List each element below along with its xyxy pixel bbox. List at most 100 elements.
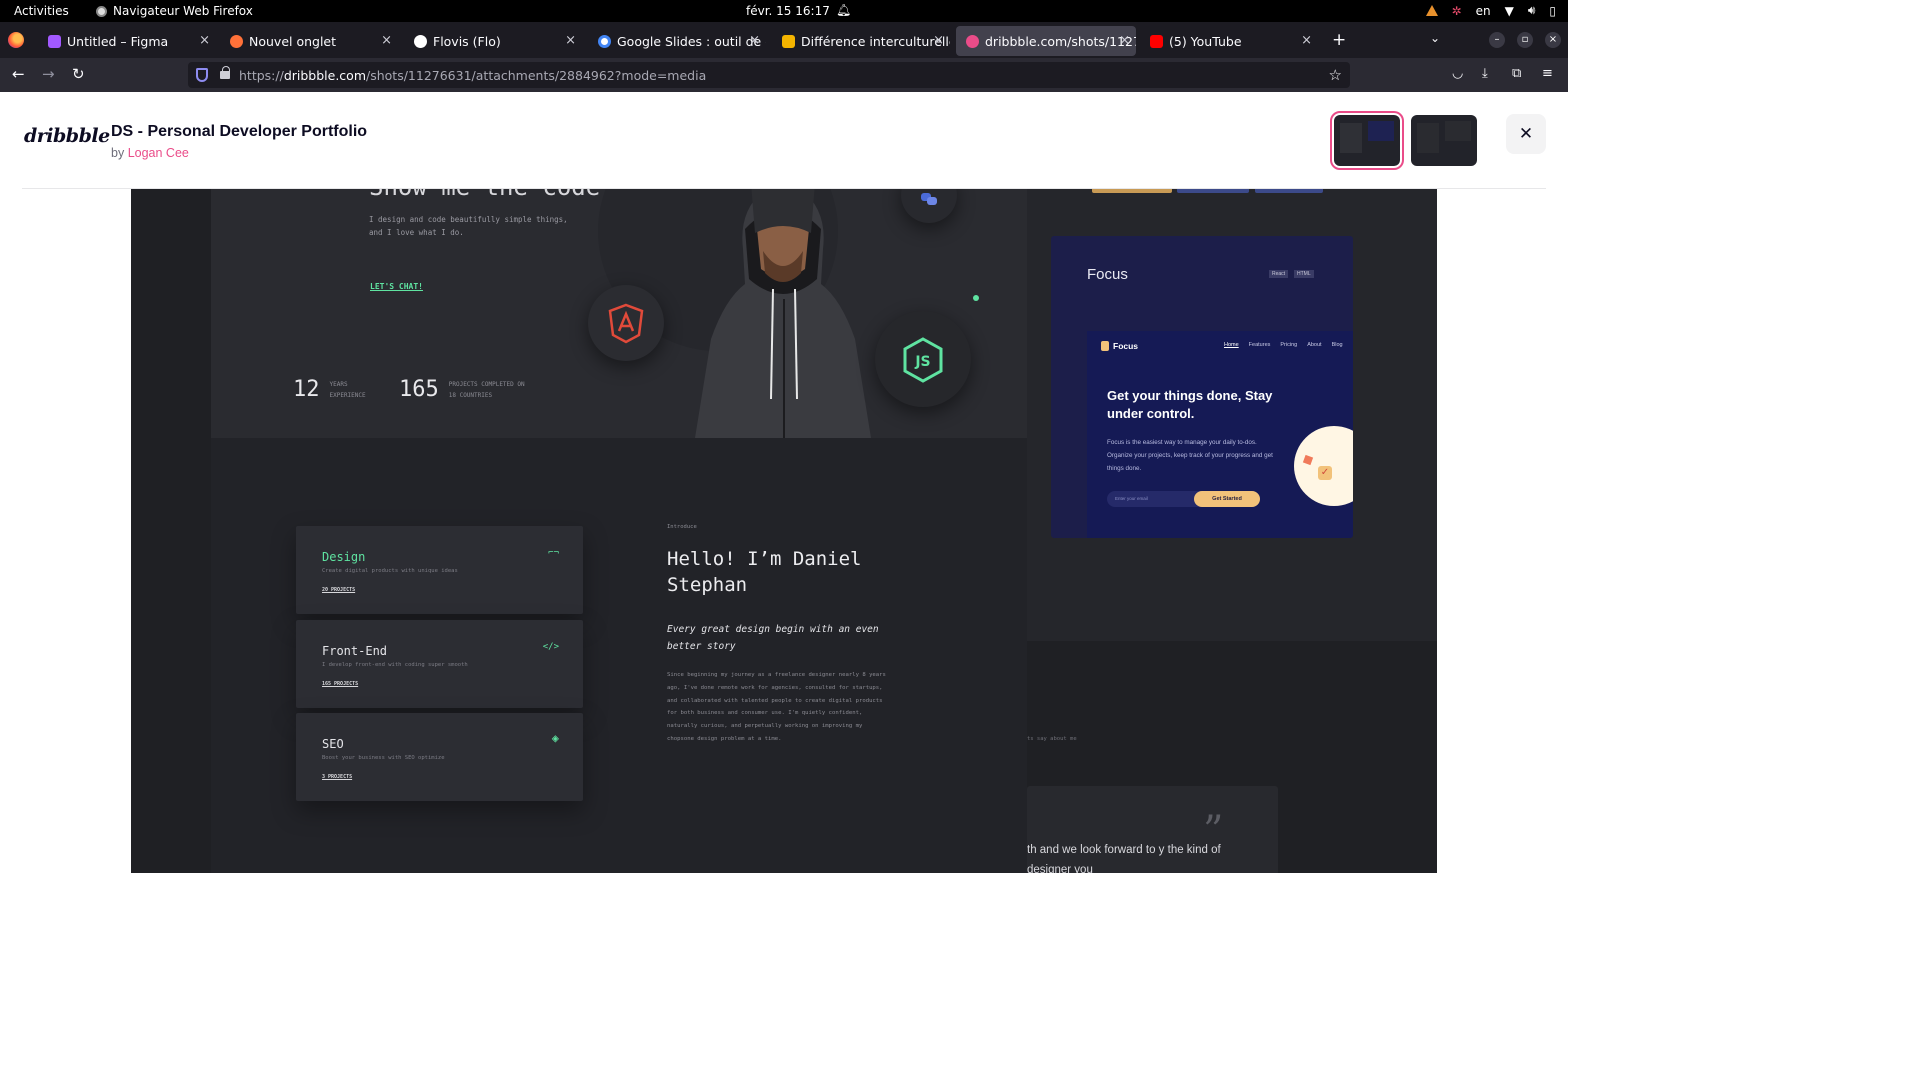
thumbnail-preview-block [1417, 123, 1439, 153]
settings-gear-icon[interactable]: ✲ [1452, 4, 1462, 18]
minimize-window-icon[interactable]: – [1489, 32, 1505, 48]
service-project-count[interactable]: 20 PROJECTS [322, 587, 355, 593]
attachment-thumbnail-2[interactable] [1411, 115, 1477, 166]
cropped-card-edge [1255, 189, 1323, 193]
email-placeholder: Enter your email [1115, 496, 1148, 501]
close-tab-icon[interactable]: × [199, 33, 210, 48]
menu-item: Blog [1331, 342, 1343, 348]
service-card-design[interactable]: Design Create digital products with uniq… [296, 526, 583, 614]
list-all-tabs-chevron-icon[interactable]: ⌄ [1430, 31, 1440, 45]
cropped-card-edge [1177, 189, 1249, 193]
url-path: /shots/11276631/attachments/2884962?mode… [366, 68, 707, 83]
service-project-count[interactable]: 3 PROJECTS [322, 774, 352, 780]
angular-badge [588, 285, 664, 361]
activities-button[interactable]: Activities [14, 4, 69, 18]
app-name: Navigateur Web Firefox [113, 4, 253, 18]
lock-icon[interactable] [220, 66, 230, 79]
tab-title: Flovis (Flo) [433, 33, 501, 49]
svg-text:JS: JS [914, 354, 930, 370]
focus-app-subtext: Focus is the easiest way to manage your … [1107, 439, 1273, 472]
shot-media-canvas: Show me the code I design and code beaut… [131, 189, 1437, 873]
language-indicator[interactable]: en [1476, 4, 1491, 18]
intro-title: Hello! I’m Daniel Stephan [667, 548, 862, 596]
checkmark-icon: ✓ [1318, 466, 1332, 480]
close-tab-icon[interactable]: × [565, 33, 576, 48]
stat-label: YEARS EXPERIENCE [329, 380, 366, 399]
hamburger-menu-icon[interactable]: ≡ [1542, 66, 1553, 81]
stat-number: 12 [293, 377, 320, 402]
service-description: I develop front-end with coding super sm… [322, 662, 468, 668]
service-card-seo[interactable]: SEO Boost your business with SEO optimiz… [296, 713, 583, 801]
url-domain: dribbble.com [283, 68, 366, 83]
dribbble-logo[interactable]: dribbble [24, 125, 110, 147]
focus-logo-icon [1101, 341, 1109, 351]
hero-tagline: I design and code beautifully simple thi… [369, 215, 568, 237]
intro-body: Since beginning my journey as a freelanc… [667, 672, 886, 742]
reload-icon[interactable]: ↻ [72, 65, 85, 83]
tab-youtube[interactable]: (5) YouTube × [1140, 26, 1318, 56]
tab-title: Untitled – Figma [67, 33, 169, 49]
close-tab-icon[interactable]: × [1301, 33, 1312, 48]
tab-slides-doc[interactable]: Différence interculturelle × [772, 26, 950, 56]
tab-dribbble[interactable]: dribbble.com/shots/1127 × [956, 26, 1136, 56]
tech-tag: HTML [1294, 270, 1314, 278]
wifi-icon[interactable]: ▼ [1505, 4, 1514, 18]
author-link[interactable]: Logan Cee [128, 146, 189, 160]
tech-tag: React [1269, 270, 1289, 278]
firefox-view-icon[interactable] [8, 32, 24, 48]
close-tab-icon[interactable]: × [1119, 33, 1130, 48]
nodejs-icon: JS [903, 337, 943, 383]
menu-item: Features [1248, 342, 1271, 348]
service-title: Front-End [322, 644, 388, 658]
service-description: Boost your business with SEO optimize [322, 755, 445, 761]
github-favicon-icon [414, 34, 427, 48]
tab-title: Nouvel onglet [249, 33, 337, 49]
close-tab-icon[interactable]: × [933, 33, 944, 48]
notification-bell-icon[interactable]: 🔔︎ [836, 3, 851, 17]
back-arrow-icon[interactable]: ← [12, 65, 25, 83]
close-tab-icon[interactable]: × [381, 33, 392, 48]
system-top-bar: Activities Navigateur Web Firefox févr. … [0, 0, 1568, 22]
tab-figma[interactable]: Untitled – Figma × [38, 26, 216, 56]
extensions-puzzle-icon[interactable]: ⧉ [1512, 66, 1521, 81]
clock[interactable]: févr. 15 16:17 [746, 4, 830, 18]
battery-icon[interactable]: ▯ [1549, 4, 1556, 18]
service-project-count[interactable]: 165 PROJECTS [322, 681, 358, 687]
url-bar[interactable]: https://dribbble.com/shots/11276631/atta… [188, 62, 1350, 88]
attachment-thumbnail-1[interactable] [1330, 111, 1404, 170]
new-tab-plus-icon[interactable]: + [1332, 30, 1346, 50]
system-tray: ✲ en ▼ 🔊︎ ▯ [1425, 3, 1556, 18]
restore-window-icon[interactable]: ▫ [1517, 32, 1533, 48]
volume-icon[interactable]: 🔊︎ [1528, 3, 1536, 18]
code-icon: </> [542, 642, 559, 652]
close-window-icon[interactable]: × [1545, 32, 1561, 48]
tab-github[interactable]: Flovis (Flo) × [404, 26, 582, 56]
focus-project-card[interactable]: Focus React HTML Focus Home Features Pri… [1051, 236, 1353, 538]
tracking-protection-shield-icon[interactable] [196, 68, 208, 82]
service-title: Design [322, 550, 366, 564]
menu-item: Home [1224, 342, 1239, 348]
vlc-icon[interactable] [1425, 5, 1438, 16]
close-tab-icon[interactable]: × [749, 33, 760, 48]
testimonials-label: ts say about me [1027, 736, 1077, 742]
pocket-icon[interactable]: ◡ [1452, 66, 1463, 81]
service-card-front-end[interactable]: Front-End I develop front-end with codin… [296, 620, 583, 708]
slides-favicon-icon [782, 34, 795, 48]
tab-new-tab[interactable]: Nouvel onglet × [220, 26, 398, 56]
tab-title: dribbble.com/shots/1127 [985, 33, 1136, 49]
tab-google-slides[interactable]: Google Slides : outil de cr × [588, 26, 766, 56]
lets-chat-link[interactable]: LET'S CHAT! [370, 282, 423, 291]
angular-icon [608, 303, 644, 344]
target-icon: ◈ [551, 731, 559, 745]
downloads-icon[interactable]: ⤓ [1482, 66, 1488, 81]
forward-arrow-icon[interactable]: → [42, 65, 55, 83]
url-text[interactable]: https://dribbble.com/shots/11276631/atta… [239, 68, 706, 83]
pen-tool-icon: ⌐¬ [548, 548, 559, 558]
stat-number: 165 [399, 377, 439, 402]
close-icon[interactable]: ✕ [1506, 114, 1546, 154]
focus-illustration: ✓ [1294, 426, 1353, 506]
bookmark-star-icon[interactable]: ☆ [1329, 66, 1342, 84]
shot-byline: by Logan Cee [111, 146, 189, 160]
illustration-shape [1302, 454, 1314, 466]
app-menu[interactable]: Navigateur Web Firefox [96, 4, 253, 18]
